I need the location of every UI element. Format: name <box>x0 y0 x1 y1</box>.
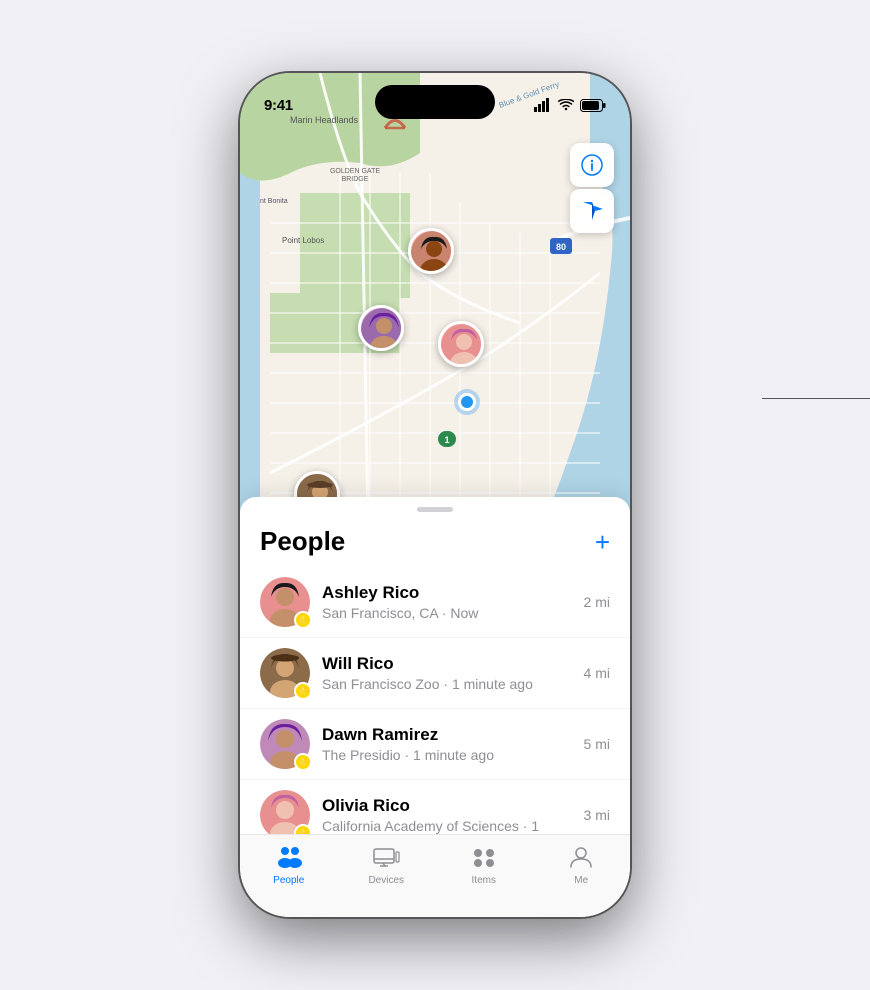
user-location-dot <box>458 393 476 411</box>
star-badge-ashley: ⭐ <box>294 611 312 629</box>
star-badge-dawn: ⭐ <box>294 753 312 771</box>
svg-text:BRIDGE: BRIDGE <box>342 176 369 183</box>
tab-items[interactable]: Items <box>435 843 533 886</box>
tab-me-label: Me <box>574 875 588 886</box>
person-name: Will Rico <box>322 654 584 674</box>
svg-text:80: 80 <box>556 242 566 252</box>
person-item-will[interactable]: ⭐ Will Rico San Francisco Zoo · 1 minute… <box>240 638 630 709</box>
person-distance-olivia: 3 mi <box>584 807 610 823</box>
svg-text:Point Lobos: Point Lobos <box>282 236 324 245</box>
svg-text:nt Bonita: nt Bonita <box>260 198 288 205</box>
person-info-will: Will Rico San Francisco Zoo · 1 minute a… <box>310 654 584 692</box>
person-info-ashley: Ashley Rico San Francisco, CA · Now <box>310 583 584 621</box>
person-location: California Academy of Sciences · 1 <box>322 818 584 834</box>
scene: Tap to share your location. 9:41 <box>0 0 870 990</box>
people-tab-icon <box>275 843 303 871</box>
phone-screen: 9:41 <box>240 73 630 917</box>
battery-icon <box>580 99 606 112</box>
person-location: San Francisco, CA · Now <box>322 605 584 621</box>
person-avatar-dawn: ⭐ <box>260 719 310 769</box>
phone-frame: 9:41 <box>240 73 630 917</box>
person-location: San Francisco Zoo · 1 minute ago <box>322 676 584 692</box>
panel-title: People <box>260 526 345 557</box>
svg-text:GOLDEN GATE: GOLDEN GATE <box>330 168 380 175</box>
person-name: Dawn Ramirez <box>322 725 584 745</box>
callout: Tap to share your location. <box>762 390 870 407</box>
callout-line <box>762 398 870 399</box>
status-icons <box>534 98 606 112</box>
person-name: Olivia Rico <box>322 796 584 816</box>
person-avatar-ashley: ⭐ <box>260 577 310 627</box>
person-distance-ashley: 2 mi <box>584 594 610 610</box>
info-button[interactable] <box>570 143 614 187</box>
panel-header: People + <box>240 512 630 567</box>
person-item-dawn[interactable]: ⭐ Dawn Ramirez The Presidio · 1 minute a… <box>240 709 630 780</box>
person-avatar-will: ⭐ <box>260 648 310 698</box>
map-pin-dawn[interactable] <box>358 305 404 351</box>
people-list: ⭐ Ashley Rico San Francisco, CA · Now 2 … <box>240 567 630 850</box>
person-item-ashley[interactable]: ⭐ Ashley Rico San Francisco, CA · Now 2 … <box>240 567 630 638</box>
person-info-dawn: Dawn Ramirez The Presidio · 1 minute ago <box>310 725 584 763</box>
person-distance-will: 4 mi <box>584 665 610 681</box>
map-pin-olivia[interactable] <box>438 321 484 367</box>
status-time: 9:41 <box>264 97 293 114</box>
devices-tab-icon <box>372 843 400 871</box>
tab-people[interactable]: People <box>240 843 338 886</box>
person-info-olivia: Olivia Rico California Academy of Scienc… <box>310 796 584 834</box>
map-buttons <box>570 143 614 233</box>
tab-devices[interactable]: Devices <box>338 843 436 886</box>
person-avatar-olivia: ⭐ <box>260 790 310 840</box>
items-tab-icon <box>470 843 498 871</box>
map-pin-ashley[interactable] <box>408 228 454 274</box>
tab-devices-label: Devices <box>368 875 404 886</box>
add-person-button[interactable]: + <box>595 529 610 555</box>
notch <box>375 85 495 119</box>
person-location: The Presidio · 1 minute ago <box>322 747 584 763</box>
me-tab-icon <box>567 843 595 871</box>
tab-people-label: People <box>273 875 304 886</box>
tab-me[interactable]: Me <box>533 843 631 886</box>
person-name: Ashley Rico <box>322 583 584 603</box>
location-button[interactable] <box>570 189 614 233</box>
signal-icon <box>534 98 552 112</box>
tab-bar: People Devices <box>240 834 630 917</box>
star-badge-will: ⭐ <box>294 682 312 700</box>
tab-items-label: Items <box>472 875 496 886</box>
person-distance-dawn: 5 mi <box>584 736 610 752</box>
wifi-icon <box>558 99 574 111</box>
svg-text:1: 1 <box>444 435 449 445</box>
